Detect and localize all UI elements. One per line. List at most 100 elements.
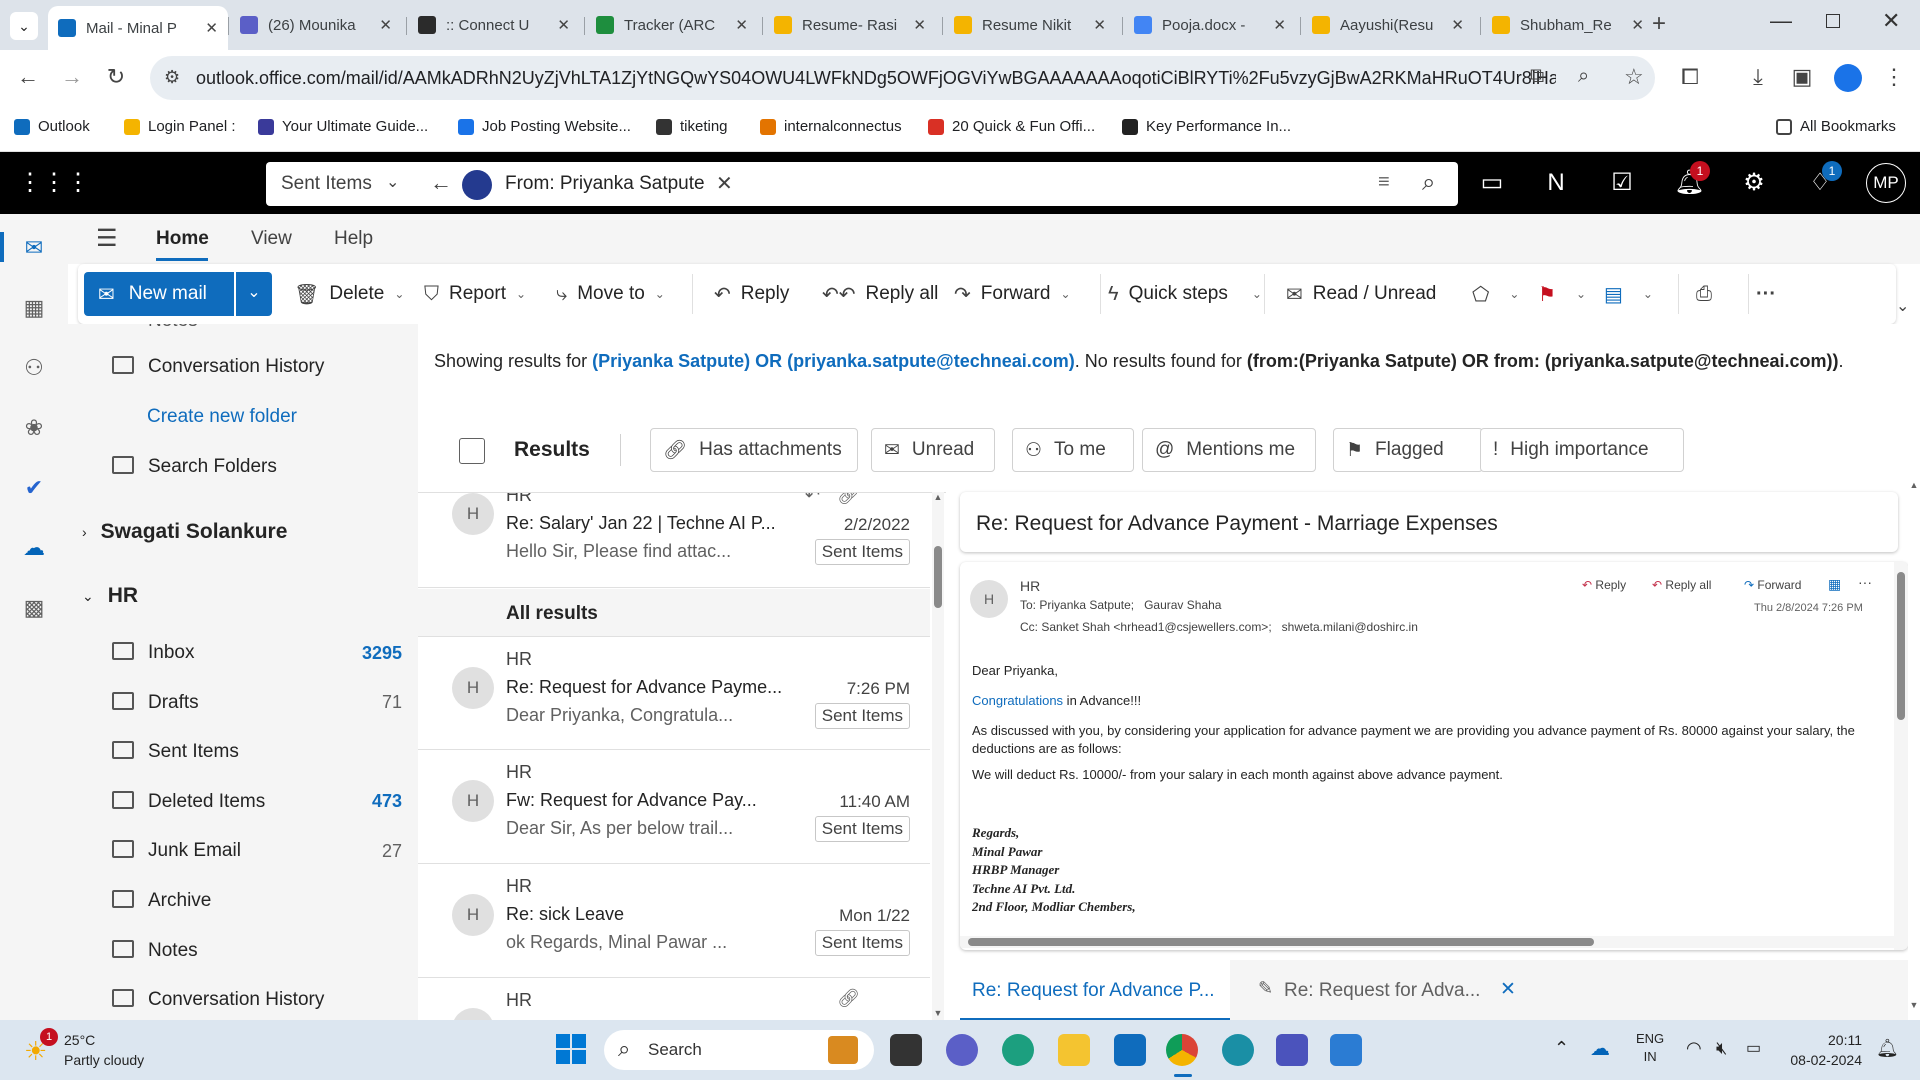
message-list[interactable]: H HR Re: Salary' Jan 22 | Techne AI P... 2/… xyxy=(418,492,946,1020)
immersive-reader-icon[interactable]: ▦ xyxy=(1828,576,1841,593)
file-explorer-icon[interactable] xyxy=(1058,1034,1090,1066)
extensions-icon[interactable]: ⧠ xyxy=(1676,64,1704,90)
bookmark-item[interactable]: Job Posting Website... xyxy=(458,118,631,135)
bookmark-item[interactable]: 20 Quick & Fun Offi... xyxy=(928,118,1095,135)
scroll-down-icon[interactable]: ▼ xyxy=(1908,1000,1920,1010)
close-tab-icon[interactable]: ✕ xyxy=(1273,16,1286,34)
folder-item[interactable]: Deleted Items 473 xyxy=(112,790,402,813)
scroll-thumb[interactable] xyxy=(1897,572,1905,720)
scroll-thumb[interactable] xyxy=(934,546,942,608)
showing-query-link[interactable]: (Priyanka Satpute) OR (priyanka.satpute@… xyxy=(592,351,1075,371)
move-to-button[interactable]: ⤷ Move to ⌄ xyxy=(556,274,665,314)
chevron-down-icon[interactable]: ⌄ xyxy=(394,287,404,301)
alexa-icon[interactable] xyxy=(1222,1034,1254,1066)
quick-steps-button[interactable]: ϟ Quick steps ⌄ xyxy=(1108,274,1262,314)
wifi-icon[interactable]: ◠ xyxy=(1686,1038,1702,1059)
browser-tab[interactable]: Mail - Minal P ✕ xyxy=(48,6,228,50)
teams-icon[interactable] xyxy=(1276,1034,1308,1066)
taskbar-search[interactable]: ⌕ Search xyxy=(604,1030,874,1070)
folder-tag[interactable]: Sent Items xyxy=(814,539,910,565)
url-bar[interactable]: ⚙ outlook.office.com/mail/id/AAMkADRhN2U… xyxy=(150,56,1655,100)
search-box[interactable]: Sent Items ⌄ ← From: Priyanka Satpute ✕ … xyxy=(266,162,1458,206)
chevron-down-icon[interactable]: ⌄ xyxy=(655,287,665,301)
side-panel-icon[interactable]: ▣ xyxy=(1788,64,1816,90)
chevron-down-icon[interactable]: ⌄ xyxy=(1060,287,1070,301)
browser-tab[interactable]: Shubham_Re ✕ xyxy=(1482,8,1654,42)
close-tab-icon[interactable]: ✕ xyxy=(205,19,218,37)
new-mail-dropdown[interactable]: ⌄ xyxy=(236,272,272,316)
main-vertical-scrollbar[interactable]: ▲ ▼ xyxy=(1908,388,1920,1020)
folder-conversation-history[interactable]: Conversation History xyxy=(112,356,402,378)
app-launcher-icon[interactable]: ⋮⋮⋮ xyxy=(18,169,90,197)
zoom-icon[interactable]: ⌕ xyxy=(1578,65,1589,88)
browser-menu-icon[interactable]: ⋮ xyxy=(1880,64,1908,90)
tab-search-button[interactable]: ⌄ xyxy=(10,12,38,40)
browser-tab[interactable]: (26) Mounika ✕ xyxy=(230,8,402,42)
folder-item[interactable]: Inbox 3295 xyxy=(112,642,402,664)
download-icon[interactable]: ⤓ xyxy=(1744,64,1772,90)
folder-item[interactable]: Notes xyxy=(112,939,402,962)
bookmark-item[interactable]: Outlook xyxy=(14,118,90,135)
bookmark-item[interactable]: Login Panel : xyxy=(124,118,236,135)
folder-item[interactable]: Sent Items xyxy=(112,741,402,763)
language-indicator[interactable]: ENG IN xyxy=(1636,1030,1664,1066)
scroll-up-icon[interactable]: ▲ xyxy=(1908,480,1920,490)
chevron-down-icon[interactable]: ⌄ xyxy=(516,287,526,301)
calendar-icon[interactable]: ▦ xyxy=(20,294,48,322)
browser-tab[interactable]: Resume- Rasi ✕ xyxy=(764,8,936,42)
folder-item[interactable]: Archive xyxy=(112,890,402,912)
account-avatar[interactable]: MP xyxy=(1866,163,1906,203)
close-tab-icon[interactable]: ✕ xyxy=(379,16,392,34)
battery-icon[interactable]: ▭ xyxy=(1746,1038,1761,1058)
more-apps-icon[interactable]: ▩ xyxy=(20,594,48,622)
close-tab-icon[interactable]: ✕ xyxy=(913,16,926,34)
reply-all-button[interactable]: ↶↶ Reply all xyxy=(822,274,938,314)
congrats-link[interactable]: Congratulations xyxy=(972,693,1063,708)
my-day-icon[interactable]: ☑ xyxy=(1608,169,1636,197)
print-button[interactable]: ⎙ xyxy=(1696,274,1722,314)
people-icon[interactable]: ⚇ xyxy=(20,354,48,382)
todo-icon[interactable]: ✔ xyxy=(20,474,48,502)
chevron-down-icon[interactable]: ⌄ xyxy=(1643,287,1653,301)
folder-item[interactable]: Drafts 71 xyxy=(112,691,402,714)
bookmark-item[interactable]: Key Performance In... xyxy=(1122,118,1291,135)
close-tab-icon[interactable]: ✕ xyxy=(557,16,570,34)
url-text[interactable]: outlook.office.com/mail/id/AAMkADRhN2UyZ… xyxy=(196,68,1556,89)
filter-flagged[interactable]: ⚑ Flagged xyxy=(1333,428,1483,472)
new-mail-button[interactable]: ✉ New mail xyxy=(84,272,234,316)
tab-help[interactable]: Help xyxy=(334,228,373,250)
body-horizontal-scrollbar[interactable] xyxy=(960,936,1894,948)
hamburger-icon[interactable]: ☰ xyxy=(96,224,118,253)
chrome-icon[interactable] xyxy=(1166,1034,1198,1066)
close-tab-icon[interactable]: ✕ xyxy=(1093,16,1106,34)
scroll-thumb[interactable] xyxy=(968,938,1594,946)
onedrive-tray-icon[interactable]: ☁ xyxy=(1590,1036,1610,1061)
browser-tab[interactable]: :: Connect U ✕ xyxy=(408,8,580,42)
account-hr[interactable]: ⌄ HR xyxy=(82,584,372,608)
bookmark-item[interactable]: tiketing xyxy=(656,118,728,135)
draft-tab-active[interactable]: Re: Request for Advance P... xyxy=(960,960,1230,1020)
weather-widget[interactable]: ☀ 1 25°C Partly cloudy xyxy=(20,1028,170,1072)
filter-options-icon[interactable]: ≡ xyxy=(1378,171,1390,194)
groups-icon[interactable]: ❀ xyxy=(20,414,48,442)
search-back-icon[interactable]: ← xyxy=(430,170,452,196)
folder-tag[interactable]: Sent Items xyxy=(814,816,910,842)
start-button[interactable] xyxy=(556,1034,586,1064)
folder-tag[interactable]: Sent Items xyxy=(814,703,910,729)
message-row[interactable]: H HR 🔗︎ xyxy=(418,978,930,1020)
ribbon-expand-icon[interactable]: ⌄ xyxy=(1896,296,1909,316)
install-app-icon[interactable]: ⧉ xyxy=(1530,65,1544,88)
tag-button[interactable]: ⬠ ⌄ xyxy=(1472,274,1519,314)
chevron-down-icon[interactable]: ⌄ xyxy=(386,172,399,192)
select-all-checkbox[interactable] xyxy=(459,438,485,464)
reply-all-link[interactable]: ↶ Reply all xyxy=(1652,578,1711,592)
filter-mentions-me[interactable]: @ Mentions me xyxy=(1142,428,1316,472)
back-icon[interactable]: ← xyxy=(14,64,42,90)
read-unread-button[interactable]: ✉ Read / Unread xyxy=(1286,274,1436,314)
bookmark-star-icon[interactable]: ☆ xyxy=(1624,64,1644,90)
task-view-icon[interactable] xyxy=(890,1034,922,1066)
filter-unread[interactable]: ✉ Unread xyxy=(871,428,995,472)
more-options-button[interactable]: ··· xyxy=(1756,274,1786,314)
report-button[interactable]: ⛉ Report ⌄ xyxy=(424,274,526,314)
browser-tab[interactable]: Tracker (ARC ✕ xyxy=(586,8,758,42)
